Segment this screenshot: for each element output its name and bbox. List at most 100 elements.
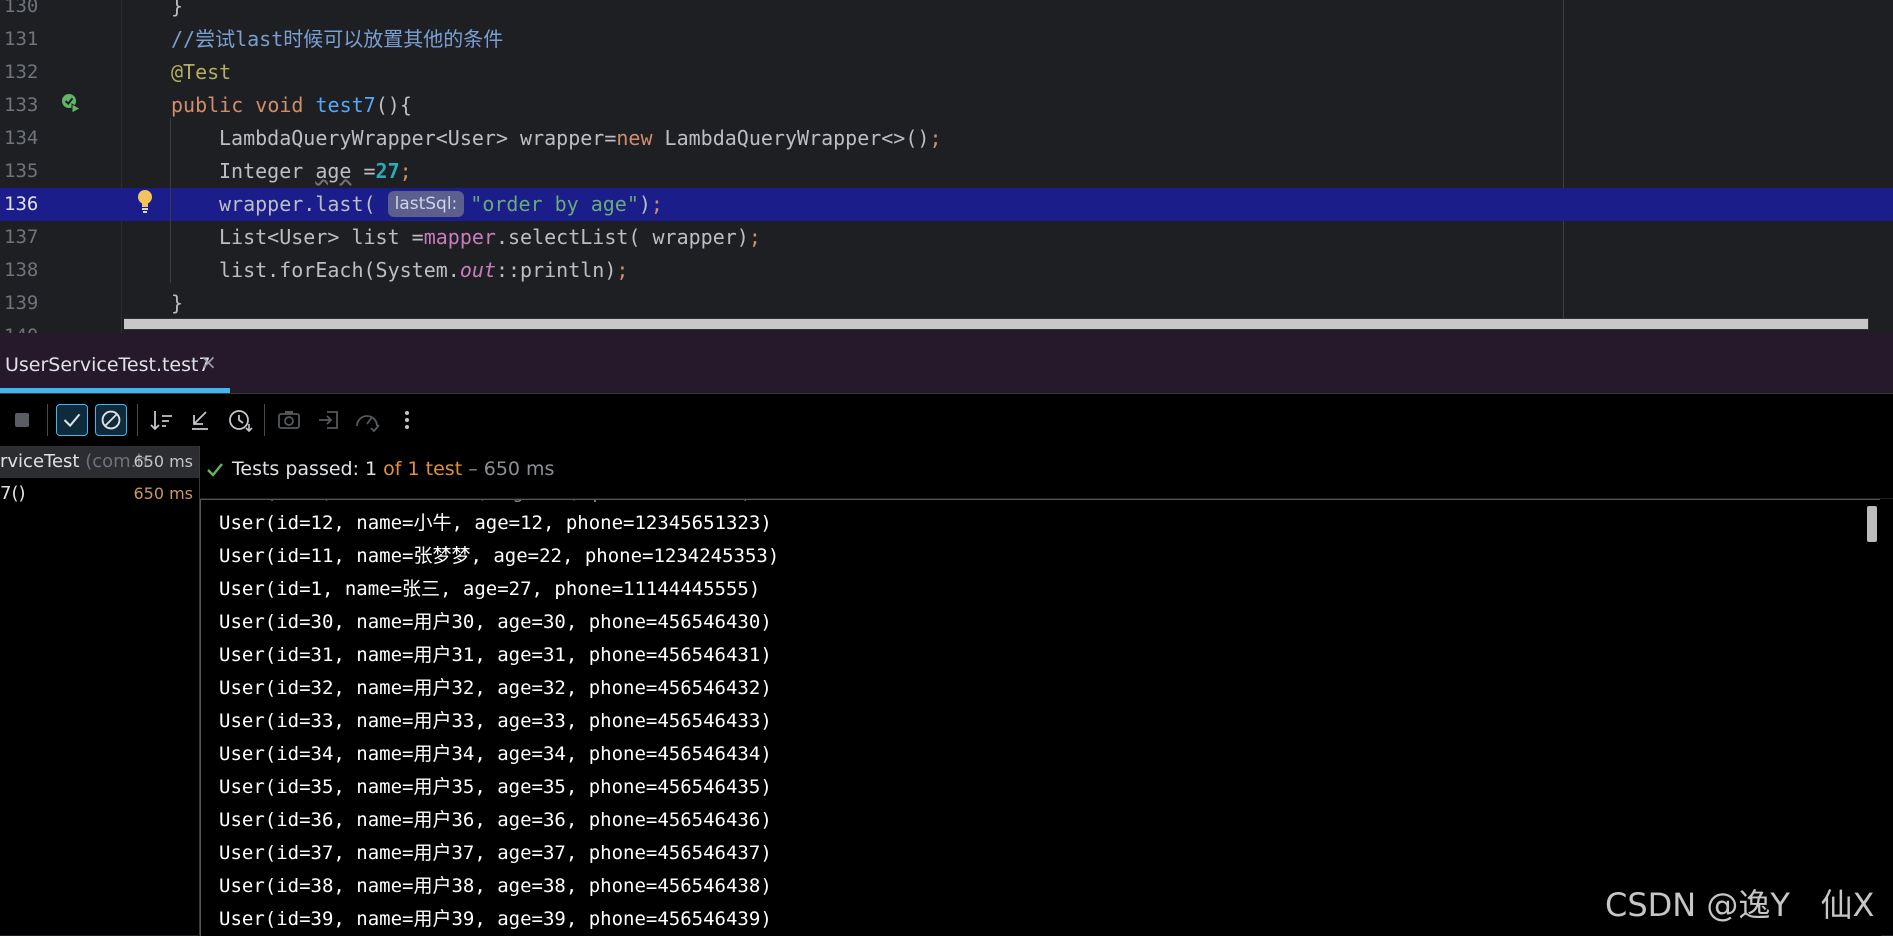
code-token: new [616,126,665,150]
code-token: LambdaQueryWrapper<>() [664,126,930,150]
close-icon[interactable]: × [200,351,218,373]
sort-alphabetically-icon[interactable] [146,404,178,436]
code-token: LambdaQueryWrapper<User> wrapper= [219,126,617,150]
code-text: public void test7(){ [171,89,412,122]
intention-bulb-icon[interactable] [134,188,156,214]
code-line[interactable]: 131 //尝试last时候可以放置其他的条件 [0,23,1893,56]
code-token: "order by age" [470,192,639,216]
indent-guide [170,118,171,283]
code-token: ; [650,192,663,216]
tree-item-duration: 650 ms [133,452,193,471]
run-toolbar [0,394,1893,446]
sort-by-duration-icon[interactable] [224,404,256,436]
collapse-all-icon[interactable] [184,404,216,436]
code-token: } [171,291,184,315]
toolbar-separator [137,404,138,436]
console-line: User(id=37, name=用户37, age=37, phone=456… [219,842,772,864]
console-line: User(id=35, name=用户35, age=35, phone=456… [219,776,772,798]
code-token: @Test [171,60,232,84]
console-line: User(id=34, name=用户34, age=34, phone=456… [219,743,772,765]
line-number[interactable]: 139 [0,287,64,320]
vertical-scrollbar-thumb[interactable] [1867,506,1877,542]
code-token: ) [638,192,651,216]
console-line: User(id=1, name=张三, age=27, phone=111444… [219,578,761,600]
tree-item-label: 7() [0,483,26,504]
code-token: void [255,93,316,117]
code-token: List<User> list = [219,225,424,249]
code-line[interactable]: 138 list.forEach(System.out::println); [0,254,1893,287]
code-text: List<User> list =mapper.selectList( wrap… [219,221,761,254]
code-text: list.forEach(System.out::println); [219,254,628,287]
console-line: User(id=12, name=小牛, age=12, phone=12345… [219,512,772,534]
console-line: User(id=36, name=用户36, age=36, phone=456… [219,809,772,831]
code-line[interactable]: 132 @Test [0,56,1893,89]
code-line[interactable]: 130} [0,0,1893,23]
test-history-icon[interactable] [351,404,383,436]
console-line: User(id=39, name=用户39, age=39, phone=456… [219,908,772,930]
code-token: } [171,0,184,18]
watermark: CSDN @逸Y 仙X [1605,886,1875,924]
code-token: list.forEach(System. [219,258,460,282]
code-line[interactable]: 133 public void test7(){ [0,89,1893,122]
stop-icon[interactable] [6,404,38,436]
line-number[interactable]: 136 [0,188,64,221]
toolbar-separator [264,404,265,436]
code-token: mapper [423,225,496,249]
tree-item-test-method[interactable]: 7() 650 ms [0,478,199,510]
code-token: //尝试last时候可以放置其他的条件 [171,27,504,51]
code-token: out [459,258,496,282]
line-number[interactable]: 131 [0,23,64,56]
test-tree[interactable]: rviceTest (com.h 650 ms 7() 650 ms [0,446,200,935]
code-token: public [171,93,256,117]
code-text: wrapper.last( lastSql: "order by age"); [219,188,663,221]
code-line[interactable]: 134 LambdaQueryWrapper<User> wrapper=new … [0,122,1893,155]
line-number[interactable]: 130 [0,0,64,23]
code-token: .selectList( wrapper) [495,225,749,249]
code-line[interactable]: 135 Integer age =27; [0,155,1893,188]
code-text: } [171,0,183,23]
code-editor[interactable]: 130} 131//尝试last时候可以放置其他的条件 132 @Test 133 pub… [0,0,1893,333]
tests-total-label: of 1 test [377,458,463,480]
line-number[interactable]: 140 [0,320,64,333]
show-passed-icon[interactable] [56,404,88,436]
horizontal-scrollbar-thumb[interactable] [124,319,1868,329]
code-token: test7 [315,93,376,117]
code-token: (){ [375,93,412,117]
code-text: //尝试last时候可以放置其他的条件 [171,23,503,56]
line-number[interactable]: 135 [0,155,64,188]
line-number[interactable]: 133 [0,89,64,122]
line-number[interactable]: 137 [0,221,64,254]
parameter-hint: lastSql: [387,191,465,217]
vertical-scrollbar-track[interactable] [1880,499,1893,935]
tree-item-test-class[interactable]: rviceTest (com.h 650 ms [0,446,199,478]
tests-passed-label: Tests passed: 1 [232,458,378,480]
code-token: ; [748,225,761,249]
import-tests-icon[interactable] [313,404,345,436]
line-number[interactable]: 132 [0,56,64,89]
code-text: @Test [171,56,231,89]
run-tool-window-tabs: UserServiceTest.test7 × [0,333,1893,394]
code-text: LambdaQueryWrapper<User> wrapper=new Lam… [219,122,941,155]
tab-run-configuration[interactable]: UserServiceTest.test7 [0,333,216,393]
code-token: ; [399,159,412,183]
console-line: User(id=38, name=用户38, age=38, phone=456… [219,875,772,897]
show-ignored-icon[interactable] [95,404,127,436]
tree-item-duration: 650 ms [133,484,193,503]
line-number[interactable]: 138 [0,254,64,287]
code-line[interactable]: 136 wrapper.last( lastSql: "order by age")… [0,188,1893,221]
run-test-passed-icon[interactable] [60,92,82,114]
code-line[interactable]: 139} [0,287,1893,320]
console-output[interactable]: User(id=3, name=王五李四, age=12, phone=1234… [200,499,1881,936]
tab-title: UserServiceTest.test7 [5,354,211,376]
code-token: Integer [219,159,316,183]
line-number[interactable]: 134 [0,122,64,155]
active-tab-indicator [0,388,230,393]
code-token: ; [929,126,942,150]
screenshot-icon[interactable] [273,404,305,436]
more-options-icon[interactable] [391,404,423,436]
code-token: ::println) [495,258,617,282]
check-icon [207,463,223,477]
code-text: } [171,287,183,320]
test-status-text: Tests passed: 1 of 1 test – 650 ms [232,446,554,498]
code-line[interactable]: 137 List<User> list =mapper.selectList( w… [0,221,1893,254]
